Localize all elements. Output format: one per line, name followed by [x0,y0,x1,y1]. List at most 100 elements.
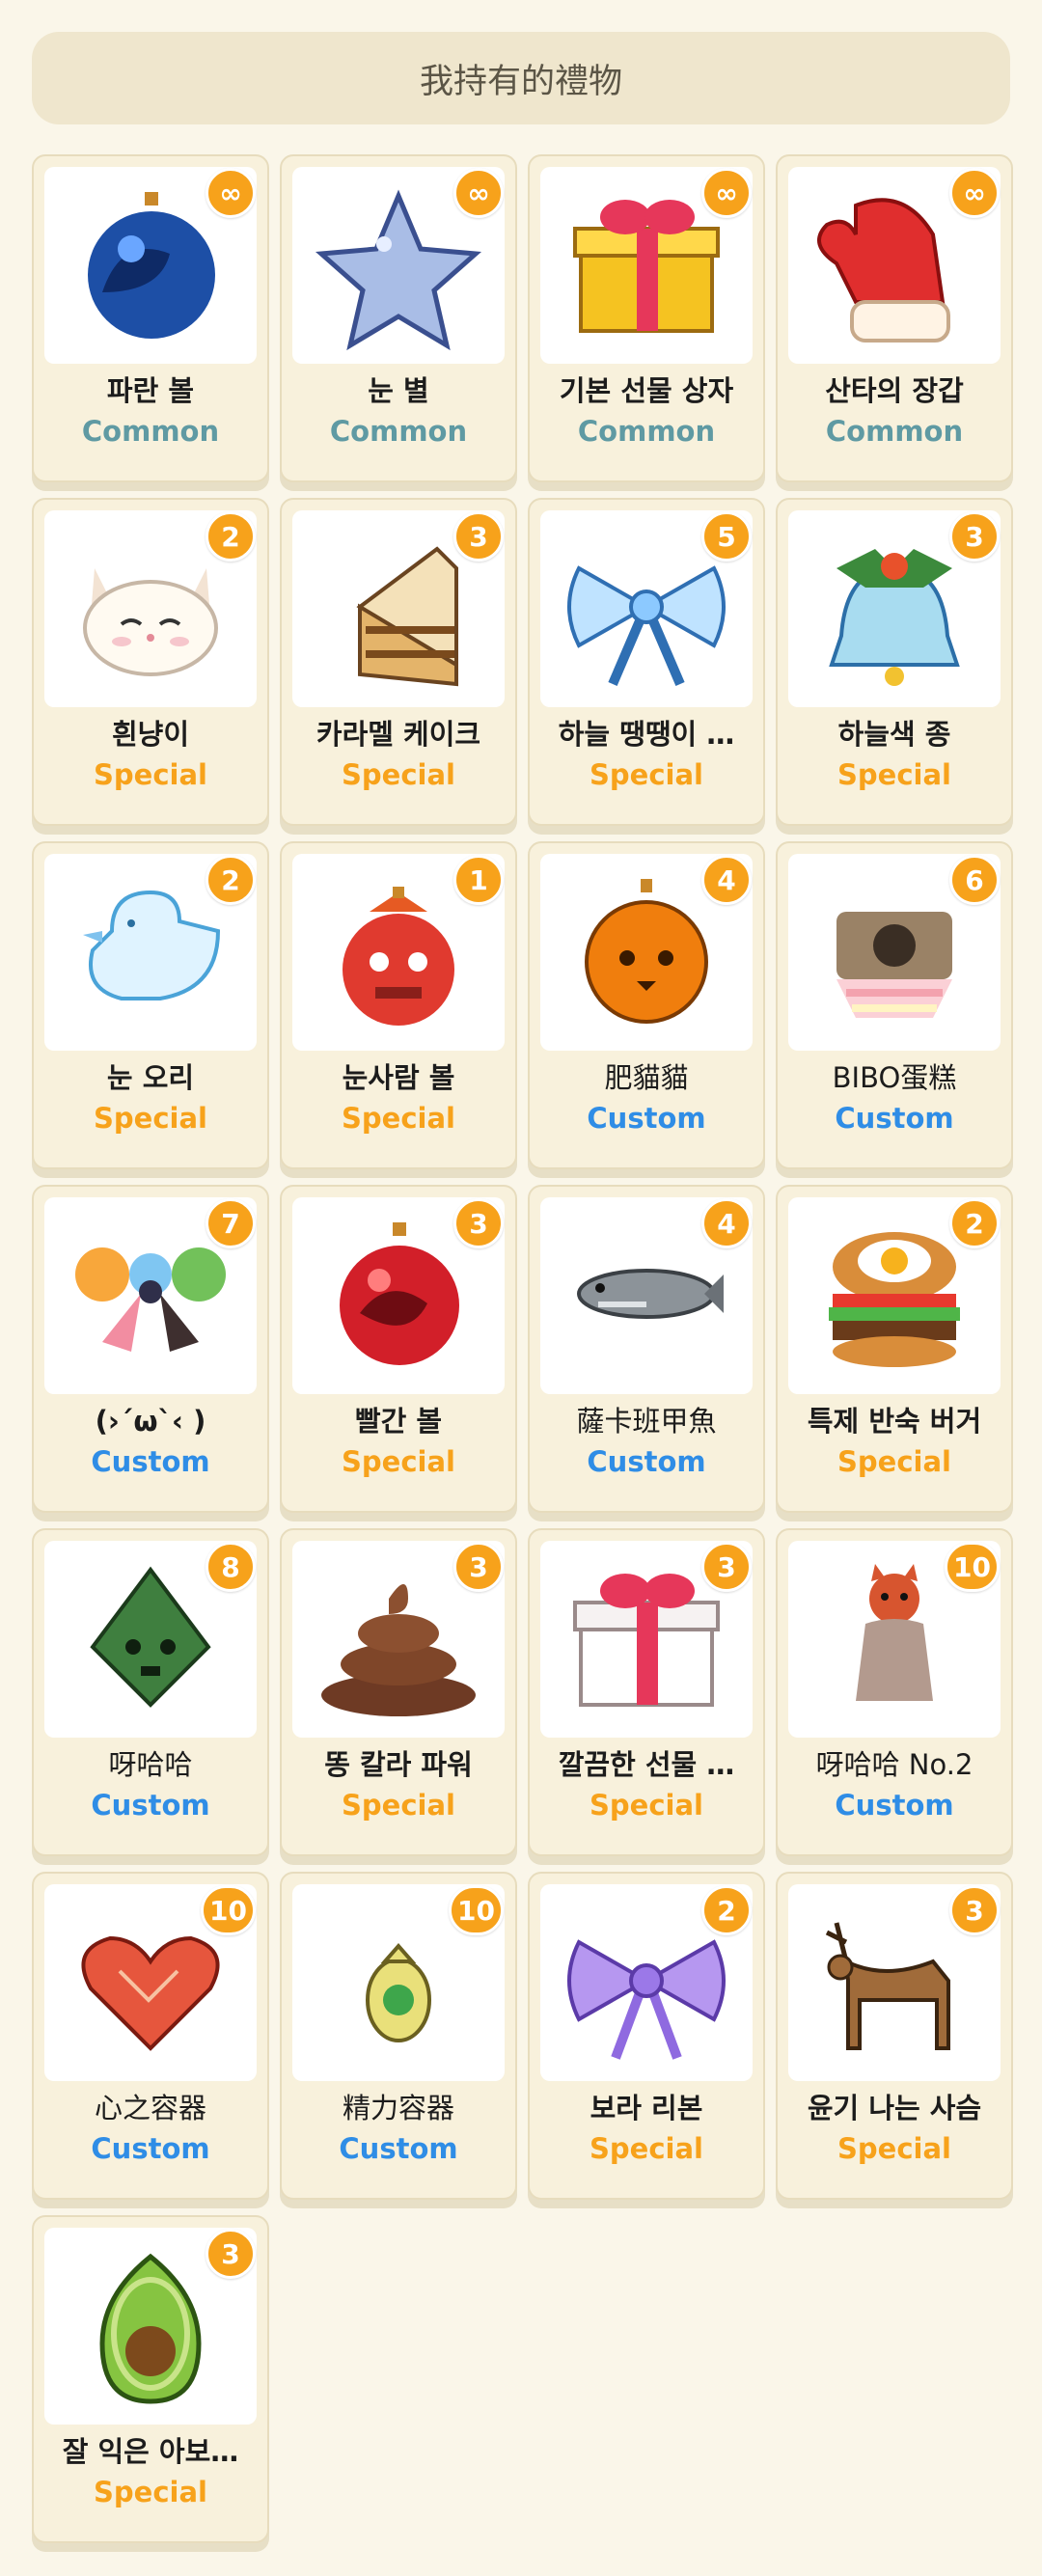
page-header: 我持有的禮物 [32,32,1010,124]
page-title: 我持有的禮物 [419,62,622,101]
gift-card[interactable]: 10 呀哈哈 No.2 Custom [776,1528,1013,1856]
gift-card[interactable]: 8 呀哈哈 Custom [32,1528,269,1856]
gift-card[interactable]: 3 하늘색 종 Special [776,498,1013,826]
count-badge: 2 [949,1198,1000,1248]
count-badge: 2 [206,855,256,905]
gift-name: 잘 익은 아보… [62,2435,239,2468]
gift-rarity: Special [342,1102,455,1135]
gift-name: 파란 볼 [106,374,195,407]
gift-name: 윤기 나는 사슴 [807,2092,982,2124]
gift-rarity: Custom [91,1445,210,1478]
gift-rarity: Special [590,1789,703,1822]
gift-rarity: Custom [91,2132,210,2165]
gift-card[interactable]: 2 보라 리본 Special [528,1872,765,2200]
gift-name: 하늘 땡땡이 … [558,718,735,751]
gift-name: 눈 별 [368,374,429,407]
gift-rarity: Custom [835,1789,954,1822]
count-badge: 10 [945,1542,1000,1592]
gift-card[interactable]: 7 (›´ω`‹ ) Custom [32,1185,269,1513]
gift-name: BIBO蛋糕 [832,1061,957,1094]
gift-grid: ∞ 파란 볼 Common ∞ 눈 별 Common ∞ 기본 선물 상자 Common ∞ 산타의… [32,154,1013,2551]
gift-name: (›´ω`‹ ) [95,1405,206,1438]
gift-card[interactable]: 2 특제 반숙 버거 Special [776,1185,1013,1513]
gift-rarity: Common [81,415,220,448]
count-badge: 2 [206,511,256,562]
count-badge: 4 [701,855,752,905]
gift-card[interactable]: ∞ 기본 선물 상자 Common [528,154,765,482]
gift-card[interactable]: ∞ 산타의 장갑 Common [776,154,1013,482]
gift-rarity: Special [837,1445,951,1478]
count-badge: 1 [453,855,504,905]
gift-rarity: Special [94,1102,207,1135]
count-badge: 8 [206,1542,256,1592]
count-badge: 3 [949,1885,1000,1935]
gift-rarity: Common [577,415,716,448]
gift-rarity: Custom [587,1102,706,1135]
gift-name: 하늘색 종 [837,718,951,751]
gift-name: 빨간 볼 [354,1405,443,1438]
gift-card[interactable]: ∞ 눈 별 Common [280,154,517,482]
gift-rarity: Special [342,758,455,791]
gift-rarity: Common [329,415,468,448]
count-badge: 3 [453,1198,504,1248]
gift-rarity: Custom [91,1789,210,1822]
gift-name: 精力容器 [342,2092,454,2124]
gift-card[interactable]: 4 肥貓貓 Custom [528,841,765,1169]
gift-card[interactable]: 1 눈사람 볼 Special [280,841,517,1169]
gift-card[interactable]: 3 잘 익은 아보… Special [32,2215,269,2543]
gift-name: 깔끔한 선물 … [558,1748,735,1781]
gift-name: 기본 선물 상자 [559,374,734,407]
gift-name: 산타의 장갑 [825,374,964,407]
gift-card[interactable]: 6 BIBO蛋糕 Custom [776,841,1013,1169]
gift-name: 눈사람 볼 [342,1061,455,1094]
gift-rarity: Special [837,2132,951,2165]
gift-name: 肥貓貓 [604,1061,689,1094]
count-badge: ∞ [701,168,752,218]
count-badge: 3 [949,511,1000,562]
gift-card[interactable]: 3 빨간 볼 Special [280,1185,517,1513]
gift-card[interactable]: ∞ 파란 볼 Common [32,154,269,482]
count-badge: 5 [701,511,752,562]
gift-name: 보라 리본 [590,2092,703,2124]
gift-card[interactable]: 3 똥 칼라 파워 Special [280,1528,517,1856]
count-badge: 3 [453,511,504,562]
gift-rarity: Custom [835,1102,954,1135]
count-badge: 3 [701,1542,752,1592]
count-badge: 10 [449,1885,504,1935]
gift-name: 心之容器 [94,2092,206,2124]
gift-rarity: Special [94,758,207,791]
count-badge: 2 [701,1885,752,1935]
count-badge: 3 [453,1542,504,1592]
count-badge: 7 [206,1198,256,1248]
gift-rarity: Special [94,2476,207,2508]
gift-card[interactable]: 3 카라멜 케이크 Special [280,498,517,826]
count-badge: 4 [701,1198,752,1248]
count-badge: ∞ [206,168,256,218]
count-badge: 6 [949,855,1000,905]
gift-rarity: Custom [339,2132,458,2165]
count-badge: ∞ [949,168,1000,218]
gift-rarity: Custom [587,1445,706,1478]
gift-card[interactable]: 5 하늘 땡땡이 … Special [528,498,765,826]
gift-rarity: Special [342,1789,455,1822]
gift-name: 薩卡班甲魚 [576,1405,717,1438]
gift-card[interactable]: 2 눈 오리 Special [32,841,269,1169]
count-badge: ∞ [453,168,504,218]
gift-name: 呀哈哈 [108,1748,193,1781]
gift-card[interactable]: 2 흰냥이 Special [32,498,269,826]
gift-name: 흰냥이 [111,718,190,751]
gift-name: 똥 칼라 파워 [324,1748,473,1781]
gift-name: 눈 오리 [106,1061,195,1094]
gift-card[interactable]: 10 心之容器 Custom [32,1872,269,2200]
gift-name: 呀哈哈 No.2 [815,1748,973,1781]
gift-rarity: Special [342,1445,455,1478]
gift-card[interactable]: 3 깔끔한 선물 … Special [528,1528,765,1856]
gift-card[interactable]: 4 薩卡班甲魚 Custom [528,1185,765,1513]
gift-name: 카라멜 케이크 [315,718,481,751]
gift-card[interactable]: 3 윤기 나는 사슴 Special [776,1872,1013,2200]
gift-name: 특제 반숙 버거 [807,1405,982,1438]
count-badge: 3 [206,2229,256,2279]
count-badge: 10 [201,1885,256,1935]
gift-rarity: Common [825,415,964,448]
gift-card[interactable]: 10 精力容器 Custom [280,1872,517,2200]
